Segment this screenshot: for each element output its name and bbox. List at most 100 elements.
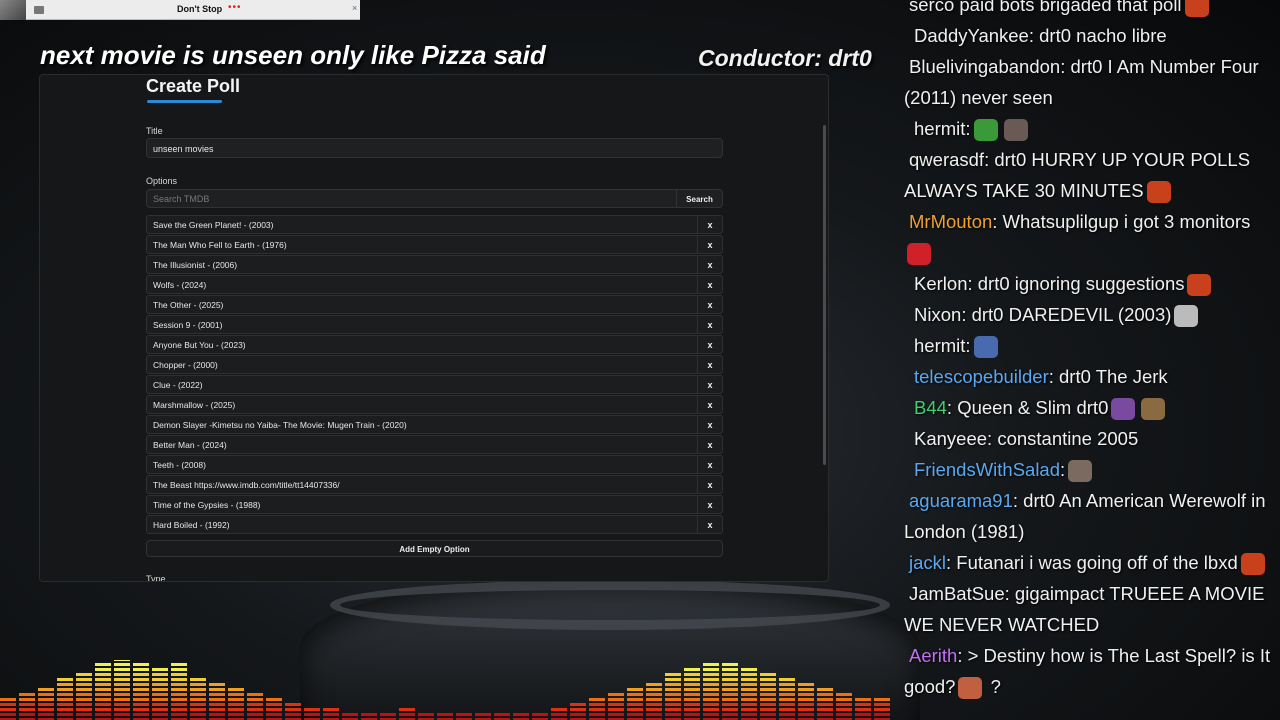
visualizer-segment — [133, 703, 149, 706]
poll-option-label[interactable]: The Man Who Fell to Earth - (1976) — [147, 236, 697, 253]
remove-option-button[interactable]: x — [697, 256, 722, 273]
visualizer-segment — [247, 703, 263, 706]
chat-username[interactable]: Nixon — [909, 304, 961, 325]
poll-option-label[interactable]: The Illusionist - (2006) — [147, 256, 697, 273]
poll-option-label[interactable]: Chopper - (2000) — [147, 356, 697, 373]
visualizer-segment — [760, 708, 776, 711]
face-emote-icon — [1141, 398, 1166, 421]
chat-username[interactable]: hermit — [909, 118, 965, 139]
chat-message: hermit: — [904, 113, 1274, 144]
chat-username[interactable]: telescopebuilder — [909, 366, 1049, 387]
visualizer-segment — [114, 683, 130, 686]
pepe-icon — [1146, 181, 1171, 204]
remove-option-button[interactable]: x — [697, 236, 722, 253]
remove-option-button[interactable]: x — [697, 396, 722, 413]
remove-option-button[interactable]: x — [697, 436, 722, 453]
poll-option-label[interactable]: Better Man - (2024) — [147, 436, 697, 453]
panel-scrollbar[interactable] — [823, 125, 826, 465]
chat-text: : — [965, 335, 971, 356]
visualizer-segment — [665, 703, 681, 706]
media-menu-dots-icon[interactable]: ••• — [228, 2, 242, 13]
visualizer-segment — [608, 698, 624, 701]
visualizer-segment — [285, 713, 301, 716]
chat-message: FriendsWithSalad: — [904, 454, 1274, 485]
remove-option-button[interactable]: x — [697, 336, 722, 353]
visualizer-segment — [152, 683, 168, 686]
chat-username[interactable]: jackl — [904, 552, 946, 573]
add-empty-option-button[interactable]: Add Empty Option — [146, 540, 723, 557]
visualizer-segment — [874, 708, 890, 711]
remove-option-button[interactable]: x — [697, 276, 722, 293]
chat-username[interactable]: DaddyYankee — [909, 25, 1029, 46]
poll-option-label[interactable]: The Beast https://www.imdb.com/title/tt1… — [147, 476, 697, 493]
remove-option-button[interactable]: x — [697, 296, 722, 313]
visualizer-segment — [266, 713, 282, 716]
chat-username[interactable]: Kerlon — [909, 273, 967, 294]
poll-option-label[interactable]: The Other - (2025) — [147, 296, 697, 313]
remove-option-button[interactable]: x — [697, 416, 722, 433]
visualizer-segment — [76, 693, 92, 696]
chat-username[interactable]: MrMouton — [904, 211, 992, 232]
chat-username[interactable]: aguarama91 — [904, 490, 1013, 511]
remove-option-button[interactable]: x — [697, 456, 722, 473]
chat-text: : — [965, 118, 971, 139]
visualizer-segment — [152, 708, 168, 711]
visualizer-segment — [114, 693, 130, 696]
chat-username[interactable]: B44 — [909, 397, 947, 418]
frog-emote-icon — [973, 119, 998, 142]
remove-option-button[interactable]: x — [697, 516, 722, 533]
chat-username[interactable]: Bluelivingabandon — [904, 56, 1060, 77]
media-track-title: Don't Stop — [177, 4, 223, 14]
poll-option-label[interactable]: Wolfs - (2024) — [147, 276, 697, 293]
remove-option-button[interactable]: x — [697, 376, 722, 393]
remove-option-button[interactable]: x — [697, 476, 722, 493]
chat-text: : drt0 The Jerk — [1048, 366, 1168, 387]
chat-message: telescopebuilder: drt0 The Jerk — [904, 361, 1274, 392]
poll-option-label[interactable]: Time of the Gypsies - (1988) — [147, 496, 697, 513]
tmdb-search-input[interactable]: Search TMDB — [147, 190, 676, 207]
visualizer-segment — [760, 688, 776, 691]
chat-username[interactable]: JamBatSue — [904, 583, 1005, 604]
visualizer-segment — [646, 683, 662, 686]
visualizer-segment — [722, 663, 738, 666]
remove-option-button[interactable]: x — [697, 356, 722, 373]
remove-option-button[interactable]: x — [697, 316, 722, 333]
visualizer-segment — [76, 673, 92, 676]
visualizer-segment — [133, 683, 149, 686]
chat-username[interactable]: hermit — [909, 335, 965, 356]
remove-option-button[interactable]: x — [697, 496, 722, 513]
poll-option-label[interactable]: Clue - (2022) — [147, 376, 697, 393]
visualizer-segment — [209, 713, 225, 716]
visualizer-segment — [76, 708, 92, 711]
visualizer-segment — [114, 673, 130, 676]
chat-username[interactable]: Aerith — [904, 645, 957, 666]
remove-option-button[interactable]: x — [697, 216, 722, 233]
visualizer-segment — [171, 698, 187, 701]
visualizer-segment — [722, 688, 738, 691]
visualizer-segment — [646, 708, 662, 711]
chat-username[interactable]: Kanyeee — [909, 428, 987, 449]
poll-option-label[interactable]: Hard Boiled - (1992) — [147, 516, 697, 533]
poll-option-label[interactable]: Anyone But You - (2023) — [147, 336, 697, 353]
visualizer-segment — [741, 673, 757, 676]
media-close-icon[interactable]: × — [352, 3, 357, 13]
chat-username[interactable]: FriendsWithSalad — [909, 459, 1060, 480]
chat-suffix: ? — [985, 676, 1001, 697]
poll-option-label[interactable]: Demon Slayer -Kimetsu no Yaiba- The Movi… — [147, 416, 697, 433]
visualizer-segment — [741, 668, 757, 671]
visualizer-segment — [171, 713, 187, 716]
visualizer-segment — [665, 673, 681, 676]
chat-message: Kanyeee: constantine 2005 — [904, 423, 1274, 454]
chat-message: Nixon: drt0 DAREDEVIL (2003) — [904, 299, 1274, 330]
search-button[interactable]: Search — [676, 190, 722, 207]
visualizer-segment — [589, 713, 605, 716]
poll-option-label[interactable]: Session 9 - (2001) — [147, 316, 697, 333]
poll-option-label[interactable]: Teeth - (2008) — [147, 456, 697, 473]
chat-username[interactable]: qwerasdf — [904, 149, 984, 170]
poll-option-label[interactable]: Save the Green Planet! - (2003) — [147, 216, 697, 233]
visualizer-segment — [741, 688, 757, 691]
poll-title-input[interactable]: unseen movies — [146, 138, 723, 158]
poll-option-label[interactable]: Marshmallow - (2025) — [147, 396, 697, 413]
visualizer-segment — [114, 713, 130, 716]
create-poll-panel: Create Poll Title unseen movies Options … — [39, 74, 829, 582]
